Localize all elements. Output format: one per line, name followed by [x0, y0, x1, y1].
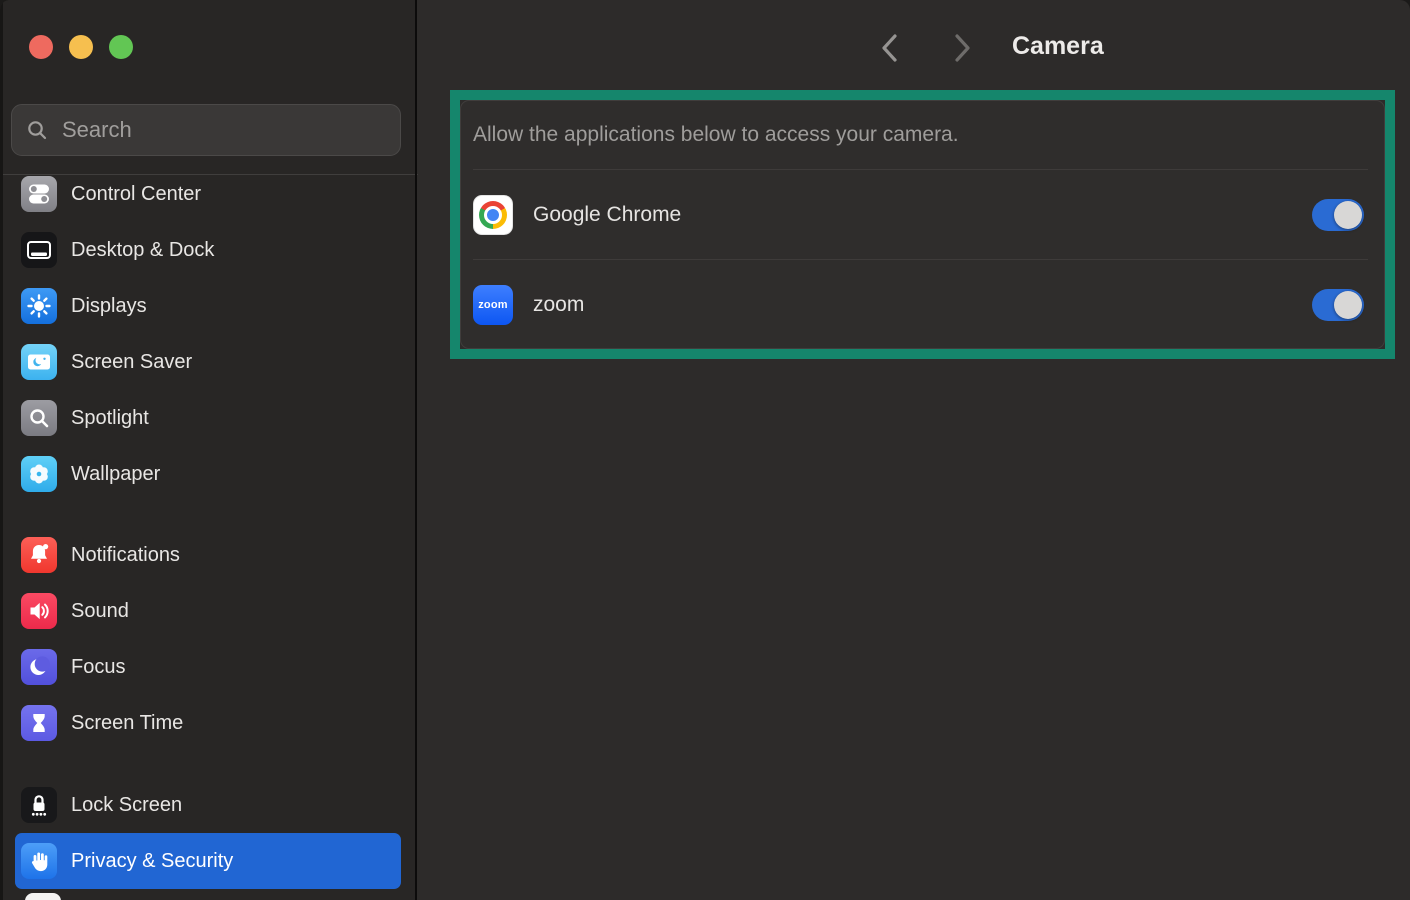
sidebar-item-lock-screen[interactable]: Lock Screen	[15, 777, 401, 833]
toggle-knob	[1334, 201, 1362, 229]
sidebar-item-control-center[interactable]: Control Center	[15, 166, 401, 222]
close-button[interactable]	[29, 35, 53, 59]
sidebar-item-label: Control Center	[71, 183, 201, 206]
google-chrome-toggle[interactable]	[1312, 199, 1364, 231]
sidebar-item-screen-saver[interactable]: Screen Saver	[15, 334, 401, 390]
zoom-icon-label: zoom	[478, 299, 508, 311]
sidebar-item-label: Notifications	[71, 544, 180, 567]
lock-screen-icon	[21, 787, 57, 823]
app-row-google-chrome: Google Chrome	[461, 170, 1384, 259]
screen-saver-icon	[21, 344, 57, 380]
focus-icon	[21, 649, 57, 685]
sidebar-item-notifications[interactable]: Notifications	[15, 527, 401, 583]
sidebar-item-label: Desktop & Dock	[71, 239, 214, 262]
zoom-app-icon: zoom	[473, 285, 513, 325]
zoom-toggle[interactable]	[1312, 289, 1364, 321]
sidebar: Control Center Desktop & Dock	[0, 0, 415, 900]
permissions-description-row: Allow the applications below to access y…	[461, 101, 1384, 169]
sidebar-group-1: Control Center Desktop & Dock	[3, 166, 418, 502]
sidebar-item-label: Screen Time	[71, 712, 183, 735]
sidebar-item-displays[interactable]: Displays	[15, 278, 401, 334]
sidebar-item-desktop-dock[interactable]: Desktop & Dock	[15, 222, 401, 278]
search-input[interactable]	[60, 116, 386, 144]
app-row-zoom: zoom zoom	[461, 260, 1384, 349]
partial-sidebar-icon	[25, 893, 61, 900]
app-name: zoom	[533, 293, 1312, 317]
spotlight-icon	[21, 400, 57, 436]
system-settings-window: Control Center Desktop & Dock	[0, 0, 1410, 900]
sidebar-item-label: Displays	[71, 295, 147, 318]
sidebar-item-screen-time[interactable]: Screen Time	[15, 695, 401, 751]
sound-icon	[21, 593, 57, 629]
sidebar-item-sound[interactable]: Sound	[15, 583, 401, 639]
back-button[interactable]	[875, 30, 905, 66]
sidebar-item-label: Sound	[71, 600, 129, 623]
desktop-dock-icon	[21, 232, 57, 268]
chevron-right-icon	[951, 32, 973, 64]
sidebar-item-label: Spotlight	[71, 407, 149, 430]
displays-icon	[21, 288, 57, 324]
sidebar-item-privacy-security[interactable]: Privacy & Security	[15, 833, 401, 889]
sidebar-item-label: Focus	[71, 656, 125, 679]
privacy-security-icon	[21, 843, 57, 879]
page-title: Camera	[1012, 32, 1104, 61]
sidebar-item-label: Screen Saver	[71, 351, 192, 374]
wallpaper-icon	[21, 456, 57, 492]
forward-button[interactable]	[947, 30, 977, 66]
app-name: Google Chrome	[533, 203, 1312, 227]
sidebar-group-3: Lock Screen Privacy & Security	[3, 777, 418, 889]
screen-time-icon	[21, 705, 57, 741]
control-center-icon	[21, 176, 57, 212]
search-icon	[26, 119, 48, 141]
sidebar-item-focus[interactable]: Focus	[15, 639, 401, 695]
permissions-description: Allow the applications below to access y…	[473, 123, 959, 147]
sidebar-item-label: Wallpaper	[71, 463, 160, 486]
minimize-button[interactable]	[69, 35, 93, 59]
google-chrome-icon	[473, 195, 513, 235]
sidebar-item-label: Privacy & Security	[71, 850, 233, 873]
sidebar-group-2: Notifications Sound	[3, 527, 418, 751]
sidebar-item-label: Lock Screen	[71, 794, 182, 817]
search-field[interactable]	[11, 104, 401, 156]
zoom-window-button[interactable]	[109, 35, 133, 59]
camera-permissions-panel: Allow the applications below to access y…	[460, 100, 1385, 349]
chevron-left-icon	[879, 32, 901, 64]
toggle-knob	[1334, 291, 1362, 319]
sidebar-item-wallpaper[interactable]: Wallpaper	[15, 446, 401, 502]
highlight-box: Allow the applications below to access y…	[450, 90, 1395, 359]
notifications-icon	[21, 537, 57, 573]
sidebar-item-spotlight[interactable]: Spotlight	[15, 390, 401, 446]
